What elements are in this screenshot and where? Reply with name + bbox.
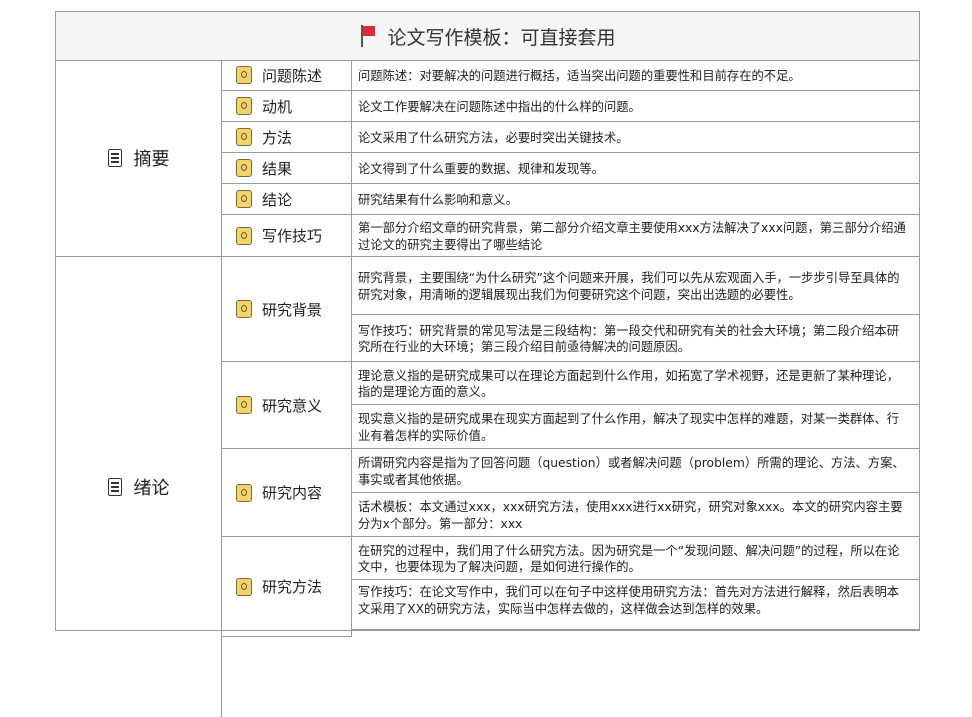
row-label: 结果	[222, 153, 352, 184]
row-label: 问题陈述	[222, 60, 352, 91]
picture-icon	[236, 226, 252, 245]
section-label: 绪论	[133, 478, 170, 499]
row-text: 研究背景，主要围绕“为什么研究”这个问题来开展，我们可以先从宏观面入手，一步步引…	[352, 257, 919, 315]
row-label: 写作技巧	[222, 215, 352, 257]
picture-icon	[236, 190, 252, 208]
picture-icon	[236, 483, 252, 502]
row-label: 研究意义	[222, 362, 352, 449]
picture-icon	[236, 396, 252, 414]
row-label: 研究方法	[222, 537, 352, 637]
row-label: 研究内容	[222, 449, 352, 537]
row-text: 所谓研究内容是指为了回答问题（question）或者解决问题（problem）所…	[352, 449, 919, 493]
row-text: 第一部分介绍文章的研究背景，第二部分介绍文章主要使用xxx方法解决了xxx问题，…	[352, 215, 919, 257]
section-label: 摘要	[133, 149, 170, 170]
picture-icon	[236, 66, 252, 84]
row-text: 理论意义指的是研究成果可以在理论方面起到什么作用，如拓宽了学术视野，还是更新了某…	[352, 362, 919, 405]
picture-icon	[236, 159, 252, 177]
row-label: 结论	[222, 184, 352, 215]
row-text: 问题陈述：对要解决的问题进行概括，适当突出问题的重要性和目前存在的不足。	[352, 60, 919, 91]
row-text: 论文得到了什么重要的数据、规律和发现等。	[352, 153, 919, 184]
row-text: 论文工作要解决在问题陈述中指出的什么样的问题。	[352, 91, 919, 122]
row-text: 写作技巧：在论文写作中，我们可以在句子中这样使用研究方法：首先对方法进行解释，然…	[352, 580, 919, 630]
row-label: 方法	[222, 122, 352, 153]
picture-icon	[236, 97, 252, 115]
section-abstract: 摘要	[56, 60, 222, 257]
row-text: 研究结果有什么影响和意义。	[352, 184, 919, 215]
picture-icon	[236, 300, 252, 318]
row-text: 现实意义指的是研究成果在现实方面起到了什么作用，解决了现实中怎样的难题，对某一类…	[352, 405, 919, 449]
section-intro: 绪论	[56, 257, 222, 717]
flag-icon	[359, 25, 377, 47]
template-table: 论文写作模板：可直接套用 摘要 问题陈述 问题陈述：对要解决的问题进行概括，适当…	[55, 11, 920, 717]
picture-icon	[236, 128, 252, 146]
picture-icon	[236, 577, 252, 596]
row-text: 在研究的过程中，我们用了什么研究方法。因为研究是一个“发现问题、解决问题”的过程…	[352, 537, 919, 580]
title-row: 论文写作模板：可直接套用	[56, 12, 919, 61]
row-text: 写作技巧：研究背景的常见写法是三段结构：第一段交代和研究有关的社会大环境；第二段…	[352, 315, 919, 362]
row-label: 研究背景	[222, 257, 352, 362]
document-icon	[107, 149, 122, 167]
document-icon	[107, 478, 122, 496]
row-label: 动机	[222, 91, 352, 122]
page-title: 论文写作模板：可直接套用	[387, 26, 616, 49]
row-text: 话术模板：本文通过xxx，xxx研究方法，使用xxx进行xx研究，研究对象xxx…	[352, 493, 919, 537]
row-text: 论文采用了什么研究方法，必要时突出关键技术。	[352, 122, 919, 153]
